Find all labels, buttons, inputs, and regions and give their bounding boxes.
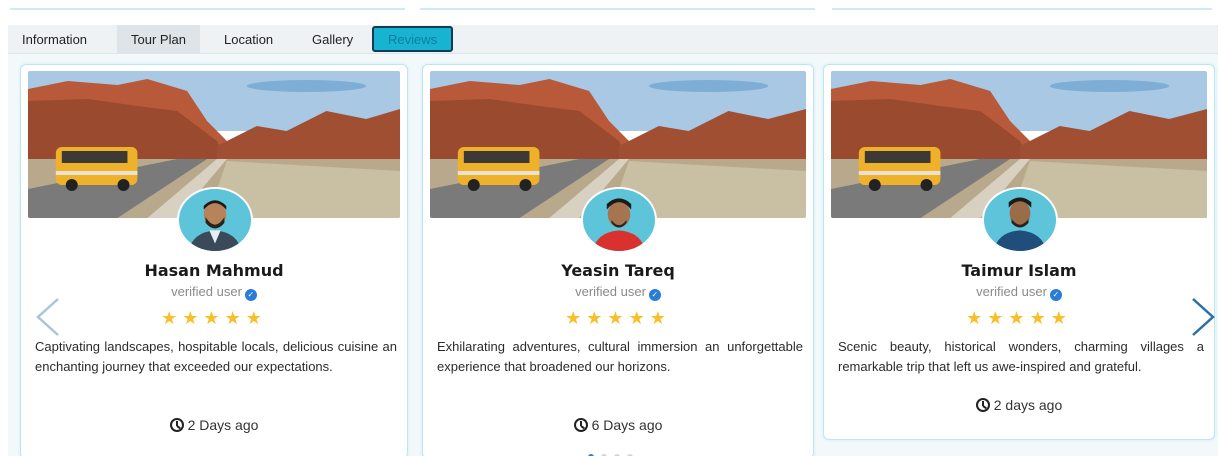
reviews-carousel: Hasan Mahmud verified user ✓ ★★★★★ Captiv…: [8, 54, 1218, 456]
review-time: 2 Days ago: [21, 417, 407, 433]
review-time-text: 6 Days ago: [591, 417, 663, 433]
reviewer-avatar: [177, 187, 253, 253]
review-card: Taimur Islam verified user ✓ ★★★★★ Scenic…: [823, 64, 1215, 440]
top-card-edge: [420, 0, 815, 10]
review-text: Captivating landscapes, hospitable local…: [35, 339, 397, 374]
rating-stars: ★★★★★: [966, 308, 1072, 329]
review-card: Hasan Mahmud verified user ✓ ★★★★★ Captiv…: [20, 64, 408, 456]
top-card-edge: [832, 0, 1212, 10]
tour-tabs: Information Tour Plan Location Gallery R…: [8, 25, 1218, 54]
clock-icon: [573, 418, 588, 432]
review-time-text: 2 days ago: [993, 397, 1063, 413]
review-card: Yeasin Tareq verified user ✓ ★★★★★ Exhila…: [422, 64, 814, 456]
reviewer-name: Taimur Islam: [961, 261, 1077, 280]
top-card-edges: [0, 0, 1219, 14]
verified-text: verified user: [575, 284, 646, 299]
tab-tour-plan[interactable]: Tour Plan: [117, 25, 200, 54]
tab-information[interactable]: Information: [8, 25, 101, 54]
top-card-edge: [10, 0, 405, 10]
reviewer-avatar: [581, 187, 657, 253]
verified-label: verified user ✓: [824, 284, 1214, 301]
chevron-right-icon[interactable]: [1189, 297, 1217, 337]
verified-label: verified user ✓: [21, 284, 407, 301]
reviewer-name: Yeasin Tareq: [561, 261, 675, 280]
rating-stars: ★★★★★: [161, 308, 267, 329]
review-time: 2 days ago: [824, 397, 1214, 413]
tab-gallery[interactable]: Gallery: [298, 25, 367, 54]
rating-stars: ★★★★★: [565, 308, 671, 329]
clock-icon: [169, 418, 184, 432]
review-text: Scenic beauty, historical wonders, charm…: [838, 339, 1204, 374]
verified-label: verified user ✓: [423, 284, 813, 301]
chevron-left-icon[interactable]: [34, 297, 62, 337]
reviewer-name: Hasan Mahmud: [144, 261, 284, 280]
review-time-text: 2 Days ago: [187, 417, 259, 433]
tab-location[interactable]: Location: [210, 25, 287, 54]
verified-check-icon: ✓: [244, 289, 257, 301]
tab-reviews[interactable]: Reviews: [372, 26, 454, 52]
verified-text: verified user: [171, 284, 242, 299]
verified-check-icon: ✓: [1049, 289, 1062, 301]
clock-icon: [975, 398, 990, 412]
reviewer-avatar: [982, 187, 1058, 253]
verified-text: verified user: [976, 284, 1047, 299]
carousel-pagination: [588, 445, 640, 456]
review-time: 6 Days ago: [423, 417, 813, 433]
verified-check-icon: ✓: [648, 289, 661, 301]
review-text: Exhilarating adventures, cultural immers…: [437, 339, 803, 374]
